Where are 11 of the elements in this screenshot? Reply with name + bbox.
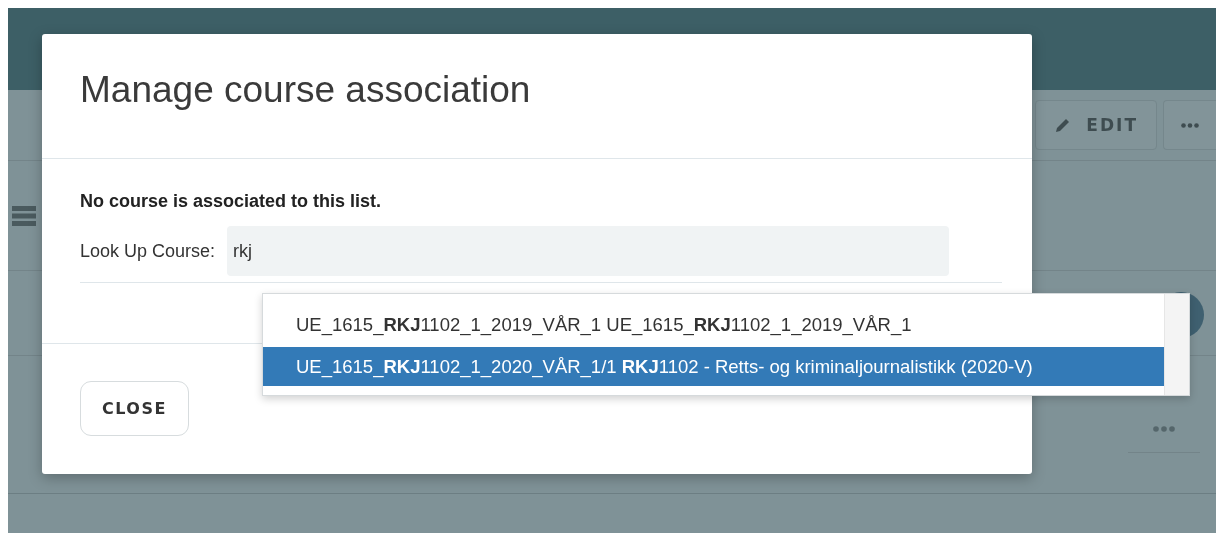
suggestion-item[interactable]: UE_1615_RKJ1102_1_2020_VÅR_1/1 RKJ1102 - Retts- og kriminaljournalistikk (2020-V): [263, 347, 1164, 386]
dialog-title: Manage course association: [80, 69, 531, 112]
close-button[interactable]: CLOSE: [80, 381, 189, 436]
list-icon: [12, 205, 36, 226]
status-message: No course is associated to this list.: [80, 191, 383, 212]
more-button[interactable]: [1163, 100, 1216, 150]
suggestion-item[interactable]: UE_1615_RKJ1102_1_2019_VÅR_1 UE_1615_RKJ1102_1_2019_VÅR_1: [263, 305, 1164, 344]
more-icon[interactable]: [1153, 426, 1175, 432]
more-icon: [1181, 122, 1199, 128]
course-search-field[interactable]: rkj: [227, 226, 950, 276]
field-label: Look Up Course:: [80, 240, 216, 262]
